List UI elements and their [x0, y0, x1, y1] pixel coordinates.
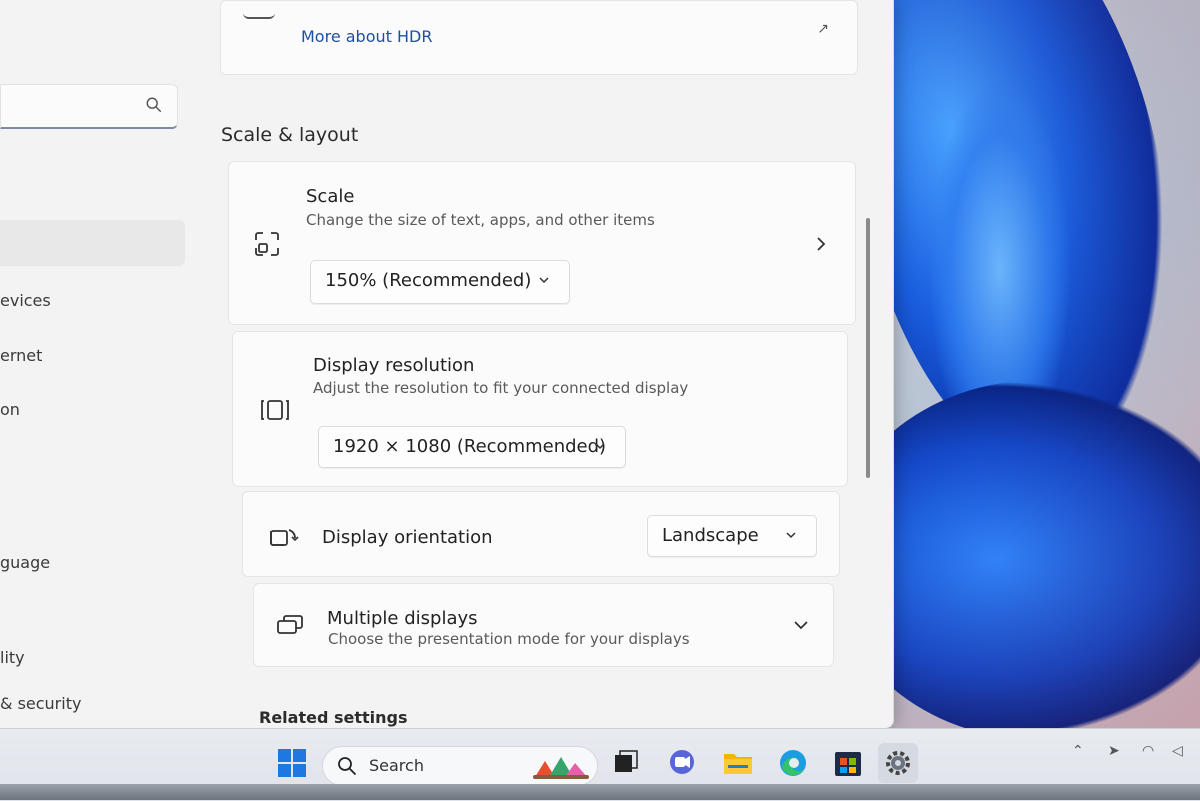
start-icon[interactable]	[272, 743, 312, 783]
section-title: Scale & layout	[221, 124, 359, 146]
content-scrollbar[interactable]	[866, 218, 870, 478]
store-icon[interactable]	[828, 743, 868, 783]
chevron-down-icon	[539, 277, 549, 284]
nav-item-selected[interactable]	[0, 220, 185, 266]
external-link-icon[interactable]: ↗	[817, 21, 829, 37]
multiple-displays-card[interactable]: Multiple displays Choose the presentatio…	[253, 583, 834, 667]
multiple-displays-description: Choose the presentation mode for your di…	[328, 630, 690, 648]
task-view-icon[interactable]	[606, 743, 646, 783]
multiple-displays-icon	[277, 615, 303, 634]
location-icon[interactable]: ➤	[1108, 743, 1120, 759]
display-resolution-description: Adjust the resolution to fit your connec…	[313, 379, 689, 397]
display-resolution-icon	[261, 400, 289, 420]
nav-item-network-internet[interactable]: ernet	[0, 346, 42, 365]
nav-item-personalization[interactable]: on	[0, 400, 20, 419]
chevron-up-icon[interactable]: ⌃	[1072, 743, 1084, 759]
chat-icon[interactable]	[662, 743, 702, 783]
widgets-icon[interactable]	[531, 751, 591, 781]
search-icon	[338, 757, 356, 775]
screen-bezel	[0, 784, 1200, 800]
display-orientation-icon	[270, 529, 299, 546]
taskbar-search-label: Search	[369, 756, 424, 775]
search-icon	[146, 97, 162, 113]
display-resolution-value: 1920 × 1080 (Recommended)	[333, 436, 607, 457]
scale-icon	[255, 232, 279, 256]
display-orientation-card: Display orientation Landscape	[242, 491, 840, 577]
scale-description: Change the size of text, apps, and other…	[306, 211, 655, 229]
nav-item-privacy-security[interactable]: & security	[0, 694, 81, 713]
edge-icon[interactable]	[773, 743, 813, 783]
chevron-down-icon	[595, 443, 605, 450]
multiple-displays-title: Multiple displays	[327, 608, 478, 629]
scale-title: Scale	[306, 186, 355, 207]
file-explorer-icon[interactable]	[718, 743, 758, 783]
chevron-down-icon[interactable]	[792, 617, 810, 633]
taskbar-search[interactable]: Search	[322, 746, 598, 786]
display-resolution-card: Display resolution Adjust the resolution…	[232, 331, 848, 487]
nav-item-time-language[interactable]: guage	[0, 553, 50, 572]
chevron-down-icon	[786, 532, 796, 539]
hdr-icon	[243, 5, 275, 19]
nav-item-bluetooth-devices[interactable]: evices	[0, 291, 51, 310]
related-settings-heading: Related settings	[259, 708, 408, 727]
chevron-right-icon[interactable]	[813, 235, 829, 253]
volume-icon[interactable]: ◁	[1172, 743, 1183, 759]
settings-window: evices ernet on guage lity & security Mo…	[0, 0, 894, 728]
display-resolution-dropdown[interactable]: 1920 × 1080 (Recommended)	[318, 426, 626, 468]
scale-card[interactable]: Scale Change the size of text, apps, and…	[228, 161, 856, 325]
display-orientation-title: Display orientation	[322, 527, 493, 548]
scale-dropdown[interactable]: 150% (Recommended)	[310, 260, 570, 304]
hdr-card: More about HDR ↗	[220, 0, 858, 75]
settings-search-input[interactable]	[0, 84, 178, 129]
display-orientation-value: Landscape	[662, 525, 759, 546]
more-about-hdr-link[interactable]: More about HDR	[301, 27, 432, 46]
nav-item-accessibility[interactable]: lity	[0, 648, 25, 667]
settings-icon[interactable]	[878, 743, 918, 783]
settings-nav: evices ernet on guage lity & security	[0, 0, 200, 728]
display-orientation-dropdown[interactable]: Landscape	[647, 515, 817, 557]
display-resolution-title: Display resolution	[313, 355, 475, 376]
scale-dropdown-value: 150% (Recommended)	[325, 270, 532, 291]
wifi-icon[interactable]: ◠	[1142, 743, 1154, 759]
